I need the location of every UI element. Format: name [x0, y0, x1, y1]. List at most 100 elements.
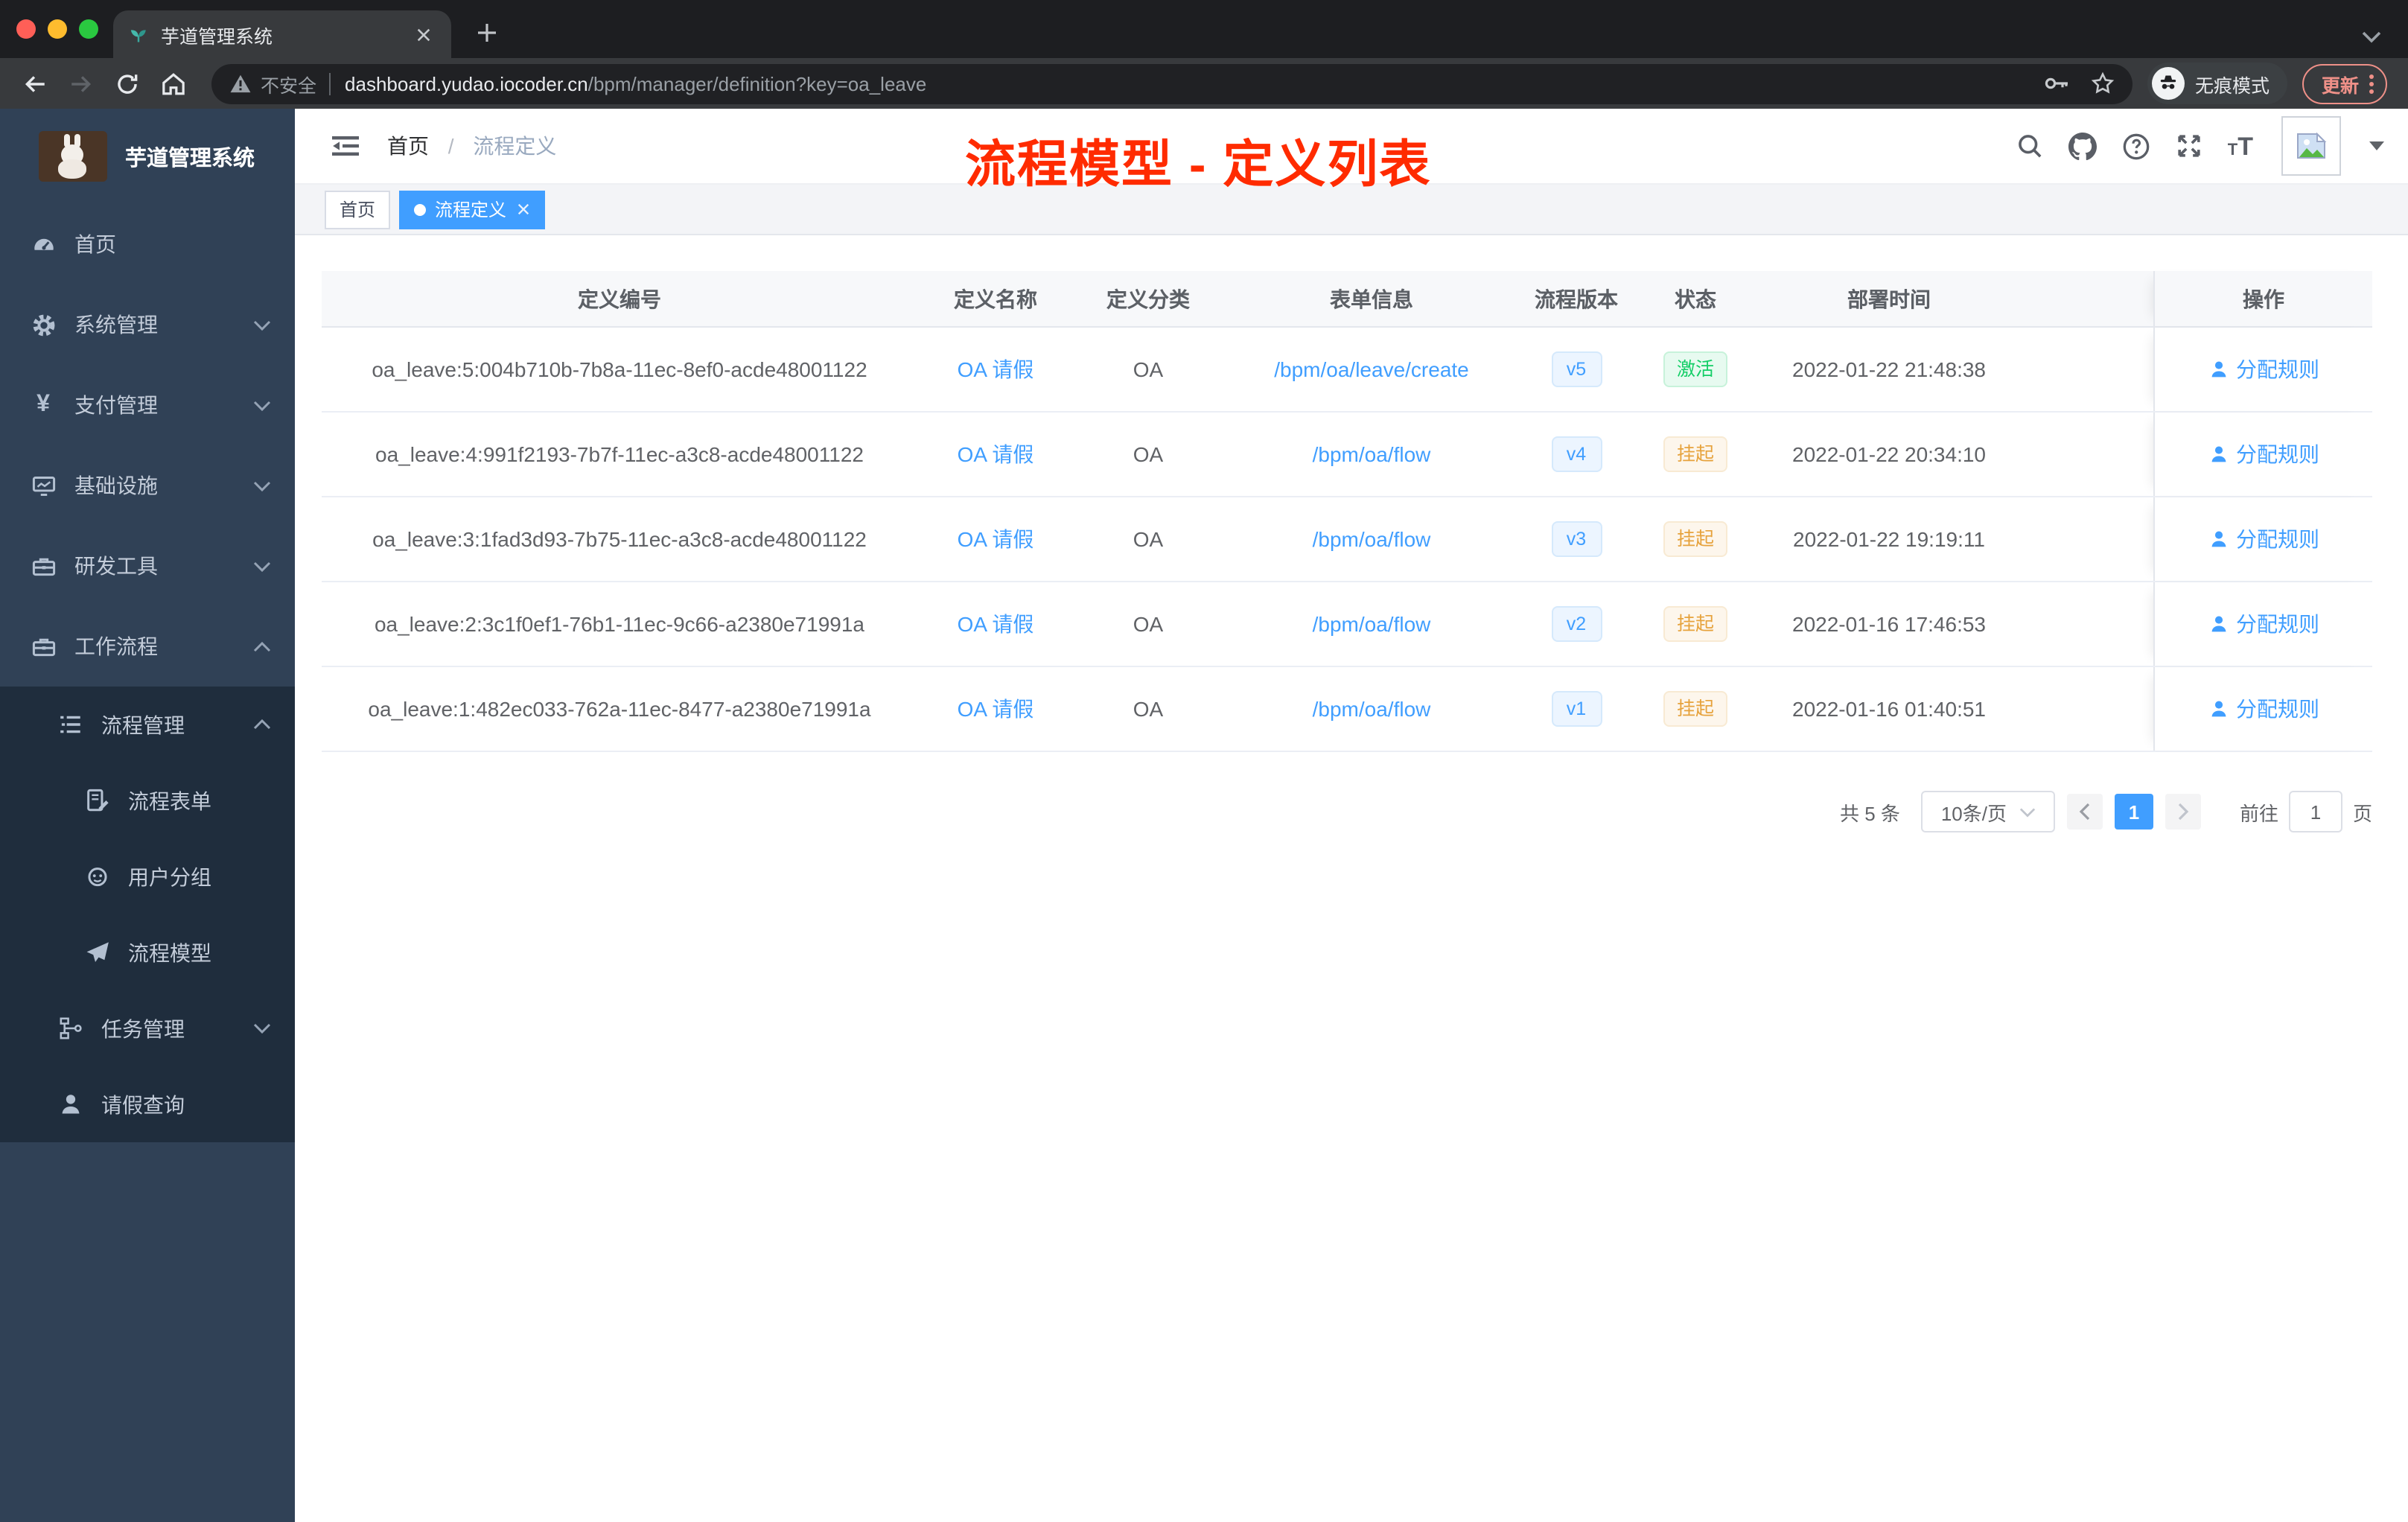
avatar[interactable]: [2281, 116, 2341, 176]
sidebar-item-home[interactable]: 首页: [0, 204, 295, 284]
sidebar-item-process-model[interactable]: 流程模型: [0, 914, 295, 990]
assign-rule-button[interactable]: 分配规则: [2208, 694, 2319, 724]
bookmark-star-icon[interactable]: [2091, 71, 2115, 95]
definition-name-link[interactable]: OA 请假: [958, 697, 1034, 721]
fullscreen-icon[interactable]: [2176, 133, 2202, 159]
address-bar[interactable]: 不安全 dashboard.yudao.iocoder.cn/bpm/manag…: [211, 63, 2133, 104]
security-label[interactable]: 不安全: [261, 69, 316, 98]
definition-name-link[interactable]: OA 请假: [958, 612, 1034, 636]
col-header-form-info: 表单信息: [1330, 287, 1413, 311]
deploy-time: 2022-01-22 19:19:11: [1793, 527, 1985, 551]
definition-name-link[interactable]: OA 请假: [958, 527, 1034, 551]
form-link[interactable]: /bpm/oa/flow: [1313, 442, 1431, 466]
form-link[interactable]: /bpm/oa/flow: [1313, 612, 1431, 636]
sidebar-item-process-management[interactable]: 流程管理: [0, 687, 295, 762]
form-link[interactable]: /bpm/oa/flow: [1313, 697, 1431, 721]
browser-update-button[interactable]: 更新: [2302, 63, 2387, 104]
definition-id: oa_leave:3:1fad3d93-7b75-11ec-a3c8-acde4…: [372, 527, 867, 551]
sidebar-item-workflow[interactable]: 工作流程: [0, 606, 295, 687]
definition-name-link[interactable]: OA 请假: [958, 357, 1034, 381]
avatar-dropdown-caret-icon[interactable]: [2369, 141, 2384, 150]
assign-rule-button[interactable]: 分配规则: [2208, 524, 2319, 554]
sidebar-item-label: 系统管理: [74, 313, 158, 337]
assign-rule-button[interactable]: 分配规则: [2208, 439, 2319, 469]
status-badge: 挂起: [1663, 605, 1727, 643]
sidebar-item-label: 研发工具: [74, 554, 158, 578]
page-size-select[interactable]: 10条/页: [1920, 791, 2055, 832]
password-key-icon[interactable]: [2043, 73, 2070, 94]
prev-page-button[interactable]: [2066, 794, 2103, 830]
deploy-time: 2022-01-22 21:48:38: [1792, 357, 1986, 381]
incognito-label: 无痕模式: [2194, 75, 2270, 96]
table-header-row: 定义编号 定义名称 定义分类 表单信息 流程版本 状态 部署时间 操作: [322, 271, 2372, 328]
goto-label: 前往: [2239, 802, 2278, 824]
yen-icon: ¥: [36, 392, 50, 417]
sidebar-item-system[interactable]: 系统管理: [0, 284, 295, 365]
table-row: oa_leave:4:991f2193-7b7f-11ec-a3c8-acde4…: [322, 413, 2372, 497]
browser-menu-icon[interactable]: [2369, 74, 2374, 93]
chevron-down-icon: [253, 400, 271, 410]
tab-close-icon[interactable]: [410, 21, 436, 48]
sidebar-item-payment[interactable]: ¥ 支付管理: [0, 365, 295, 445]
sidebar-item-infrastructure[interactable]: 基础设施: [0, 445, 295, 526]
close-window-button[interactable]: [16, 19, 36, 39]
form-link[interactable]: /bpm/oa/flow: [1313, 527, 1431, 551]
reload-button[interactable]: [107, 64, 146, 103]
annotation-overlay: 流程模型 - 定义列表: [965, 137, 1432, 194]
tag-close-icon[interactable]: [517, 203, 530, 216]
url-path: /bpm/manager/definition?key=oa_leave: [587, 72, 927, 95]
forward-button[interactable]: [61, 64, 100, 103]
assign-rule-button[interactable]: 分配规则: [2208, 609, 2319, 639]
help-icon[interactable]: [2122, 132, 2150, 160]
minimize-window-button[interactable]: [48, 19, 67, 39]
current-page-button[interactable]: 1: [2114, 794, 2153, 830]
zoom-window-button[interactable]: [79, 19, 98, 39]
warning-triangle-icon[interactable]: [229, 73, 252, 94]
tag-home[interactable]: 首页: [325, 190, 391, 229]
sidebar-item-label: 基础设施: [74, 474, 158, 497]
sidebar-item-label: 任务管理: [101, 1016, 185, 1040]
tab-search-chevron-icon[interactable]: [2362, 31, 2381, 43]
breadcrumb-home[interactable]: 首页: [387, 134, 429, 158]
home-button[interactable]: [153, 64, 192, 103]
pagination: 共 5 条 10条/页 1 前往 页: [322, 791, 2372, 832]
briefcase-icon: [30, 634, 57, 659]
tag-label: 流程定义: [435, 200, 507, 220]
tag-process-definition[interactable]: 流程定义: [399, 190, 546, 229]
font-size-icon[interactable]: TT: [2228, 133, 2253, 159]
col-header-definition-id: 定义编号: [578, 287, 661, 311]
col-header-definition-name: 定义名称: [954, 287, 1037, 311]
update-label: 更新: [2321, 75, 2359, 96]
paper-plane-icon: [83, 940, 110, 965]
page-unit-label: 页: [2352, 802, 2372, 824]
sidebar-logo[interactable]: 芋道管理系统: [0, 109, 295, 204]
browser-tab[interactable]: 芋道管理系统: [113, 10, 451, 58]
search-icon[interactable]: [2016, 133, 2043, 159]
collapse-sidebar-icon[interactable]: [331, 134, 360, 158]
assign-rule-button[interactable]: 分配规则: [2208, 354, 2319, 384]
active-dot: [414, 203, 427, 215]
sidebar-item-user-group[interactable]: 用户分组: [0, 838, 295, 914]
sidebar-item-process-form[interactable]: 流程表单: [0, 762, 295, 838]
sidebar-item-label: 流程模型: [128, 940, 211, 964]
definition-category: OA: [1133, 357, 1164, 381]
form-link[interactable]: /bpm/oa/leave/create: [1274, 357, 1469, 381]
sidebar-item-task-management[interactable]: 任务管理: [0, 990, 295, 1066]
sidebar-item-leave-query[interactable]: 请假查询: [0, 1066, 295, 1142]
logo-title: 芋道管理系统: [125, 147, 255, 171]
chevron-down-icon: [253, 561, 271, 571]
new-tab-button[interactable]: [466, 12, 508, 54]
page-content: 定义编号 定义名称 定义分类 表单信息 流程版本 状态 部署时间 操作 oa_l…: [295, 235, 2408, 1522]
definition-category: OA: [1133, 442, 1164, 466]
goto-page-input[interactable]: [2288, 791, 2342, 832]
back-button[interactable]: [15, 64, 54, 103]
chevron-down-icon: [253, 1023, 271, 1034]
definition-name-link[interactable]: OA 请假: [958, 442, 1034, 466]
sidebar-item-dev-tools[interactable]: 研发工具: [0, 526, 295, 606]
deploy-time: 2022-01-16 17:46:53: [1792, 612, 1986, 636]
chevron-down-icon: [253, 319, 271, 330]
browser-tab-strip: 芋道管理系统: [0, 0, 2408, 58]
github-icon[interactable]: [2068, 132, 2097, 160]
next-page-button[interactable]: [2165, 794, 2201, 830]
version-badge: v2: [1551, 605, 1602, 643]
